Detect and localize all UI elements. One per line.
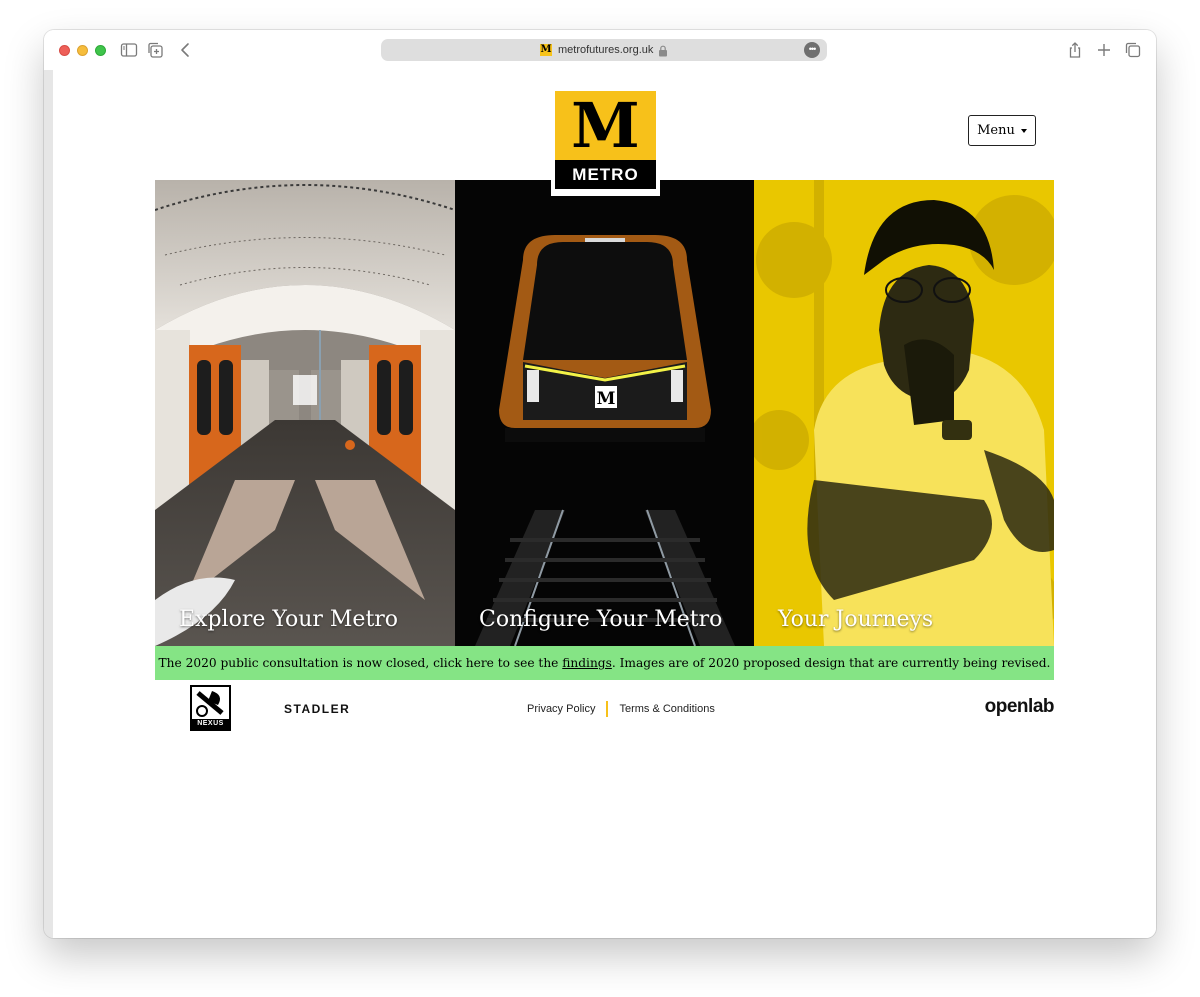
nexus-label: NEXUS [192,719,229,729]
panel-title-configure: Configure Your Metro [479,607,723,632]
terms-conditions-link[interactable]: Terms & Conditions [619,703,714,715]
metro-logo-mark: M METRO [555,91,656,189]
nexus-logo[interactable]: NEXUS [190,685,231,731]
logo-text: METRO [555,160,656,189]
tab-overview-icon[interactable] [1124,41,1142,59]
web-page: Menu Explore Your Metro M Configure Your… [53,70,1156,938]
train-front-image: M [455,180,754,646]
sidebar-toggle-icon[interactable] [120,41,138,59]
person-portrait-image [754,180,1054,646]
share-icon[interactable] [1066,41,1084,59]
site-favicon-icon: M [540,44,552,56]
browser-toolbar: M metrofutures.org.uk ••• [44,30,1156,70]
address-bar[interactable]: M metrofutures.org.uk ••• [381,39,827,61]
metro-logo[interactable]: M METRO [551,88,660,196]
nexus-emblem-icon [196,691,224,717]
logo-letter: M [571,89,640,162]
privacy-policy-link[interactable]: Privacy Policy [527,703,595,715]
panel-title-journeys: Your Journeys [778,607,934,632]
consultation-banner[interactable]: The 2020 public consultation is now clos… [155,646,1054,680]
browser-window: M metrofutures.org.uk ••• Menu Explore Y… [44,30,1156,938]
footer-links: Privacy Policy Terms & Conditions [527,701,715,717]
more-options-icon[interactable]: ••• [804,42,820,58]
close-window-button[interactable] [59,45,70,56]
banner-text-after: . Images are of 2020 proposed design tha… [611,656,1051,670]
footer: NEXUS STADLER Privacy Policy Terms & Con… [155,684,1055,734]
footer-divider [606,701,609,717]
menu-button[interactable]: Menu [968,115,1036,146]
banner-text-before: The 2020 public consultation is now clos… [158,656,563,670]
train-interior-image [155,180,455,646]
menu-label: Menu [977,123,1015,138]
svg-text:M: M [597,389,616,409]
new-tab-plus-icon[interactable] [1095,41,1113,59]
url-text: metrofutures.org.uk [558,44,654,56]
zoom-window-button[interactable] [95,45,106,56]
new-tab-group-icon[interactable] [146,41,164,59]
panel-configure[interactable]: M Configure Your Metro [455,180,754,646]
findings-link[interactable]: findings [562,656,612,670]
caret-down-icon [1020,128,1027,133]
panel-explore[interactable]: Explore Your Metro [155,180,455,646]
stadler-logo[interactable]: STADLER [284,702,350,716]
feature-panels: Explore Your Metro M Configure Your Metr… [155,180,1054,646]
panel-title-explore: Explore Your Metro [179,607,399,632]
panel-journeys[interactable]: Your Journeys [754,180,1054,646]
back-arrow-icon[interactable] [177,41,195,59]
lock-icon [658,44,668,57]
openlab-logo[interactable]: openlab [985,696,1055,718]
minimize-window-button[interactable] [77,45,88,56]
window-edge [44,70,53,938]
